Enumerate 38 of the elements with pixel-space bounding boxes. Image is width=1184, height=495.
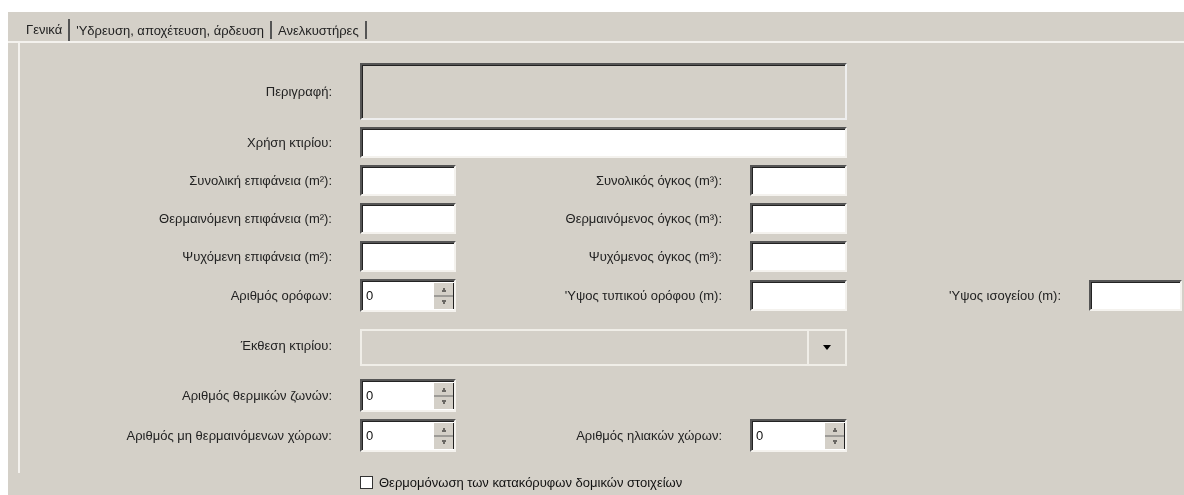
input-field[interactable] <box>360 241 456 272</box>
field-label: Συνολικός όγκος (m³): <box>594 173 722 188</box>
spinner-value: 0 <box>366 288 374 303</box>
input-field[interactable] <box>750 203 847 234</box>
spinner-field[interactable]: 0 <box>360 419 456 452</box>
spinner-value: 0 <box>756 428 764 443</box>
input-field[interactable] <box>360 127 847 158</box>
field-label: Θερμαινόμενη επιφάνεια (m²): <box>158 211 332 226</box>
input-field[interactable] <box>750 165 847 196</box>
spinner-value: 0 <box>366 388 374 403</box>
field-label: 'Υψος ισογείου (m): <box>948 288 1061 303</box>
spin-arrows-icon[interactable] <box>434 282 454 309</box>
field-label: Αριθμός ορόφων: <box>229 288 332 303</box>
spin-arrows-icon[interactable] <box>825 422 845 449</box>
field-label: Αριθμός μη θερμαινόμενων χώρων: <box>125 428 332 443</box>
checkbox-label: Θερμομόνωση των κατακόρυφων δομικών στοιχείων <box>379 475 683 490</box>
input-field[interactable] <box>360 203 456 234</box>
spin-arrows-icon[interactable] <box>434 422 454 449</box>
input-field[interactable] <box>360 165 456 196</box>
spinner-field[interactable]: 0 <box>750 419 847 452</box>
field-label: Συνολική επιφάνεια (m²): <box>188 173 332 188</box>
field-label: Έκθεση κτιρίου: <box>239 338 332 353</box>
input-field[interactable] <box>1089 280 1182 311</box>
field-label: Θερμαινόμενος όγκος (m³): <box>564 211 722 226</box>
checkbox[interactable] <box>360 476 373 489</box>
spinner-value: 0 <box>366 428 374 443</box>
field-label: Ψυχόμενος όγκος (m³): <box>587 249 722 264</box>
spin-arrows-icon[interactable] <box>434 382 454 409</box>
spinner-field[interactable]: 0 <box>360 279 456 312</box>
field-label: Αριθμός θερμικών ζωνών: <box>181 388 332 403</box>
field-label: Αριθμός ηλιακών χώρων: <box>575 428 722 443</box>
field-label: 'Υψος τυπικού ορόφου (m): <box>563 288 722 303</box>
field-label: Περιγραφή: <box>264 84 332 99</box>
input-field[interactable] <box>750 280 847 311</box>
spinner-field[interactable]: 0 <box>360 379 456 412</box>
field-label: Ψυχόμενη επιφάνεια (m²): <box>181 249 332 264</box>
input-field[interactable] <box>750 241 847 272</box>
field-label: Χρήση κτιρίου: <box>246 135 332 150</box>
